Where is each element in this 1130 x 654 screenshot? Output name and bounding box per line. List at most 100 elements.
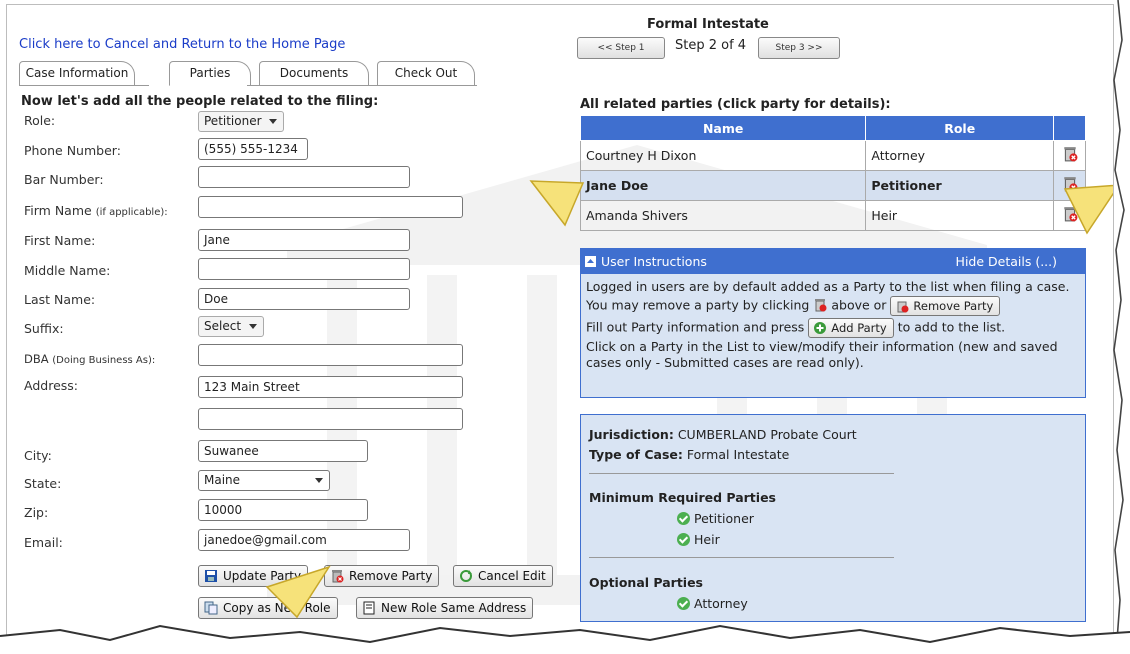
- prev-step-button[interactable]: << Step 1: [577, 37, 665, 59]
- firm-name-label-text: Firm Name: [24, 203, 92, 218]
- case-type-row: Type of Case: Formal Intestate: [589, 447, 789, 462]
- party-name[interactable]: Amanda Shivers: [579, 200, 867, 231]
- party-role[interactable]: Attorney: [865, 140, 1055, 171]
- suffix-label: Suffix:: [24, 321, 64, 336]
- remove-party-button[interactable]: Remove Party: [324, 565, 440, 587]
- tab-documents[interactable]: Documents: [259, 61, 369, 85]
- copy-icon: [204, 601, 218, 615]
- instruction-text: above or: [831, 297, 887, 313]
- middle-name-label: Middle Name:: [24, 263, 111, 278]
- party-row[interactable]: Courtney H Dixon Attorney: [579, 140, 1086, 171]
- first-name-input[interactable]: Jane: [198, 229, 410, 251]
- instruction-text: to add to the list.: [897, 319, 1006, 335]
- min-party-name: Petitioner: [694, 511, 754, 526]
- state-select-value: Maine: [204, 473, 241, 487]
- min-party-item: Petitioner: [677, 511, 754, 526]
- check-circle-icon: [677, 533, 690, 546]
- email-input[interactable]: janedoe@gmail.com: [198, 529, 410, 551]
- chevron-down-icon: [249, 324, 257, 329]
- collapse-icon[interactable]: [585, 256, 596, 267]
- screen-frame: Click here to Cancel and Return to the H…: [6, 4, 1114, 644]
- phone-input[interactable]: (555) 555-1234: [198, 138, 308, 160]
- chevron-down-icon: [269, 119, 277, 124]
- chevron-down-icon: [315, 478, 323, 483]
- party-name[interactable]: Courtney H Dixon: [579, 140, 867, 171]
- state-select[interactable]: Maine: [198, 470, 330, 491]
- suffix-select-value: Select: [204, 319, 242, 333]
- remove-party-sample-button: Remove Party: [890, 296, 1001, 316]
- zip-input[interactable]: 10000: [198, 499, 368, 521]
- tab-underline: [247, 85, 477, 86]
- instructions-title: User Instructions: [601, 254, 707, 269]
- new-role-same-address-label: New Role Same Address: [381, 601, 527, 615]
- user-instructions-panel: User Instructions Hide Details (...) Log…: [580, 248, 1086, 398]
- jurisdiction-value: CUMBERLAND Probate Court: [677, 427, 857, 442]
- trash-delete-icon: [815, 298, 827, 311]
- role-label: Role:: [24, 113, 56, 128]
- cancel-home-link[interactable]: Click here to Cancel and Return to the H…: [19, 37, 345, 52]
- add-party-sample-label: Add Party: [831, 321, 887, 335]
- parties-table: Name Role Courtney H Dixon Attorney Jane…: [579, 115, 1086, 231]
- party-role[interactable]: Petitioner: [865, 170, 1055, 201]
- trash-delete-icon[interactable]: [1062, 146, 1078, 162]
- case-type-value: Formal Intestate: [686, 447, 790, 462]
- form-intro: Now let's add all the people related to …: [21, 94, 379, 109]
- tab-check-out[interactable]: Check Out: [377, 61, 475, 85]
- check-circle-icon: [677, 512, 690, 525]
- bar-number-input[interactable]: [198, 166, 410, 188]
- party-role[interactable]: Heir: [865, 200, 1055, 231]
- instructions-body: Logged in users are by default added as …: [581, 274, 1085, 376]
- min-parties-title: Minimum Required Parties: [589, 490, 776, 505]
- party-name[interactable]: Jane Doe: [579, 170, 867, 201]
- save-icon: [205, 570, 217, 582]
- refresh-icon: [460, 570, 472, 582]
- party-row-selected[interactable]: Jane Doe Petitioner: [579, 170, 1086, 201]
- dba-label: DBA (Doing Business As):: [24, 352, 155, 366]
- firm-name-input[interactable]: [198, 196, 463, 218]
- name-column-header: Name: [579, 115, 867, 141]
- middle-name-input[interactable]: [198, 258, 410, 280]
- address-line1-input[interactable]: 123 Main Street: [198, 376, 463, 398]
- callout-arrow-icon: [529, 180, 585, 227]
- dba-hint: (Doing Business As):: [52, 355, 156, 366]
- parties-title: All related parties (click party for det…: [580, 97, 891, 112]
- instruction-line: Click on a Party in the List to view/mod…: [586, 339, 1058, 370]
- city-input[interactable]: Suwanee: [198, 440, 368, 462]
- next-step-button[interactable]: Step 3 >>: [758, 37, 840, 59]
- opt-party-name: Attorney: [694, 596, 748, 611]
- state-label: State:: [24, 476, 62, 491]
- instruction-text: You may remove a party by clicking: [586, 297, 810, 313]
- cancel-edit-label: Cancel Edit: [478, 569, 546, 583]
- cancel-edit-button[interactable]: Cancel Edit: [453, 565, 553, 587]
- hide-details-link[interactable]: Hide Details (...): [956, 249, 1057, 274]
- tab-parties[interactable]: Parties: [169, 61, 251, 86]
- new-document-icon: [363, 601, 375, 615]
- last-name-label: Last Name:: [24, 292, 96, 307]
- last-name-input[interactable]: Doe: [198, 288, 410, 310]
- firm-name-hint: (if applicable):: [95, 207, 168, 218]
- jurisdiction-label: Jurisdiction:: [589, 427, 674, 442]
- delete-party-icon[interactable]: [1053, 140, 1086, 171]
- zip-label: Zip:: [24, 505, 49, 520]
- dba-input[interactable]: [198, 344, 463, 366]
- min-party-item: Heir: [677, 532, 720, 547]
- tab-underline: [19, 85, 149, 86]
- trash-delete-icon: [897, 301, 909, 313]
- new-role-same-address-button[interactable]: New Role Same Address: [356, 597, 534, 619]
- case-summary-panel: Jurisdiction: CUMBERLAND Probate Court T…: [580, 414, 1086, 622]
- add-party-sample-button: Add Party: [808, 318, 894, 338]
- torn-edge-right: [1113, 0, 1130, 654]
- role-select-value: Petitioner: [204, 114, 262, 128]
- role-select[interactable]: Petitioner: [198, 111, 284, 132]
- remove-party-label: Remove Party: [349, 569, 433, 583]
- address-line2-input[interactable]: [198, 408, 463, 430]
- divider: [589, 473, 894, 474]
- instruction-line: You may remove a party by clicking above…: [586, 296, 1080, 316]
- dba-label-text: DBA: [24, 352, 49, 366]
- tab-case-information[interactable]: Case Information: [19, 61, 135, 85]
- party-row[interactable]: Amanda Shivers Heir: [579, 200, 1086, 231]
- suffix-select[interactable]: Select: [198, 316, 264, 337]
- min-party-name: Heir: [694, 532, 720, 547]
- city-label: City:: [24, 448, 52, 463]
- opt-parties-title: Optional Parties: [589, 575, 703, 590]
